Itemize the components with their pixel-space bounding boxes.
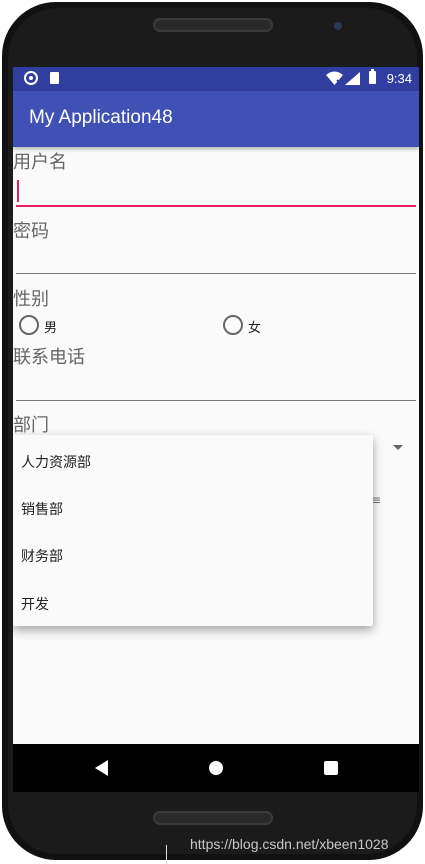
gender-option-label: 男	[44, 321, 58, 336]
username-underline	[16, 205, 416, 207]
radio-circle	[19, 315, 39, 335]
radio-circle	[223, 315, 243, 335]
app-title: My Application48	[29, 107, 173, 128]
recents-icon[interactable]	[324, 761, 338, 775]
status-bar: 9:34	[13, 67, 419, 91]
dropdown-option[interactable]: 财务部	[21, 546, 63, 566]
battery-icon	[369, 69, 376, 84]
dropdown-option[interactable]: 开发	[21, 594, 49, 614]
app-bar: My Application48	[13, 91, 419, 147]
divider	[166, 845, 167, 864]
phone-label: 联系电话	[13, 347, 85, 368]
password-underline	[16, 273, 416, 274]
wifi-icon	[326, 71, 343, 85]
dropdown-option[interactable]: 人力资源部	[21, 452, 91, 472]
username-field[interactable]	[13, 173, 419, 209]
username-label: 用户名	[13, 152, 67, 173]
front-camera	[334, 22, 342, 30]
phone-underline	[16, 400, 416, 401]
navigation-bar	[13, 744, 419, 792]
dropdown-arrow-icon[interactable]	[393, 445, 403, 450]
department-dropdown-popup: 人力资源部 销售部 财务部 开发	[13, 435, 373, 626]
notification-circle-icon	[24, 71, 38, 85]
gender-option-label: 女	[248, 321, 262, 336]
sd-card-icon	[50, 72, 59, 84]
text-cursor	[17, 180, 19, 202]
top-speaker	[153, 18, 273, 32]
bottom-speaker	[153, 811, 273, 825]
password-label: 密码	[13, 221, 49, 242]
phone-frame: 9:34 My Application48 用户名 密码 性别 男 女 联系电话	[0, 0, 425, 864]
device-screen: 9:34 My Application48 用户名 密码 性别 男 女 联系电话	[13, 67, 419, 792]
dropdown-option[interactable]: 销售部	[21, 499, 63, 519]
home-icon[interactable]	[209, 761, 223, 775]
password-field[interactable]	[13, 243, 419, 275]
department-label: 部门	[13, 415, 49, 436]
signal-icon	[345, 72, 360, 85]
back-icon[interactable]	[95, 760, 108, 776]
phone-field[interactable]	[13, 369, 419, 403]
gender-label: 性别	[13, 289, 49, 310]
watermark: https://blog.csdn.net/xbeen1028	[190, 836, 389, 852]
status-time: 9:34	[386, 71, 412, 86]
